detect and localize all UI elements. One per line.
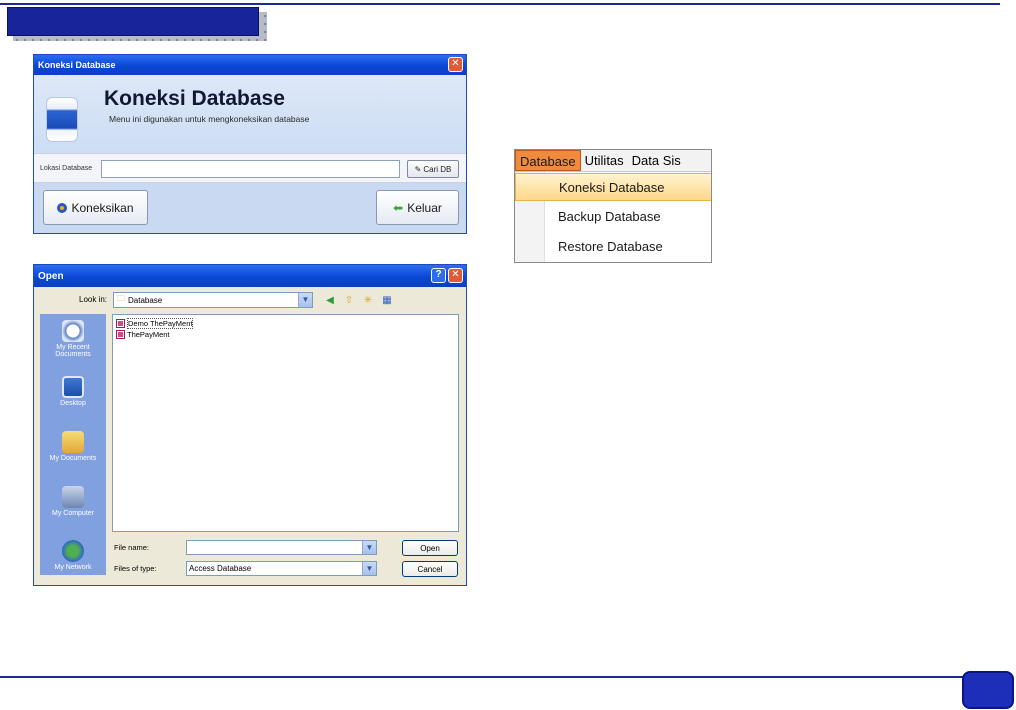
chevron-down-icon[interactable]: ▼ [362, 541, 376, 554]
place-label: My Recent Documents [55, 344, 91, 358]
view-menu-icon[interactable]: ▦ [380, 293, 394, 307]
look-in-select[interactable]: 🗀 Database ▼ [113, 292, 313, 308]
koneksikan-button[interactable]: Koneksikan [43, 190, 148, 225]
connect-icon [57, 202, 68, 213]
my-computer-icon [62, 486, 84, 508]
place-label: My Computer [51, 510, 94, 517]
exit-arrow-icon: ⬅ [393, 200, 404, 215]
close-button[interactable]: ✕ [448, 268, 463, 283]
help-button[interactable]: ? [431, 268, 446, 283]
place-my-documents[interactable]: My Documents [40, 431, 106, 462]
file-name: Demo ThePayMent [127, 318, 194, 329]
new-folder-icon[interactable]: ✳ [361, 293, 375, 307]
cari-db-label: Cari DB [423, 164, 452, 174]
koneksi-titlebar: Koneksi Database [34, 55, 466, 75]
look-in-value: Database [128, 295, 163, 305]
look-in-label: Look in: [79, 295, 108, 304]
page-number-badge [962, 671, 1014, 709]
file-item[interactable]: Demo ThePayMent [116, 318, 455, 329]
my-network-icon [62, 540, 84, 562]
place-my-network[interactable]: My Network [40, 540, 106, 571]
up-folder-icon[interactable]: ⇧ [342, 293, 356, 307]
koneksi-heading: Koneksi Database [104, 87, 285, 110]
place-my-computer[interactable]: My Computer [40, 486, 106, 517]
back-icon[interactable]: ◀ [323, 293, 337, 307]
close-button[interactable]: ✕ [448, 57, 463, 72]
file-item[interactable]: ThePayMent [116, 329, 455, 340]
place-desktop[interactable]: Desktop [40, 376, 106, 407]
cari-db-button[interactable]: ✎ Cari DB [407, 160, 459, 178]
koneksi-footer: Koneksikan ⬅ Keluar [34, 184, 466, 233]
koneksi-subtitle: Menu ini digunakan untuk mengkoneksikan … [109, 114, 310, 124]
koneksi-database-window: Koneksi Database ✕ Koneksi Database Menu… [33, 54, 467, 234]
dialog-toolbar: ◀ ⇧ ✳ ▦ [323, 293, 394, 307]
place-label: My Network [54, 564, 92, 571]
koneksi-header: Koneksi Database Menu ini digunakan untu… [34, 75, 466, 186]
menu-database[interactable]: Database [515, 150, 581, 171]
files-of-type-label: Files of type: [114, 564, 157, 573]
cancel-button[interactable]: Cancel [402, 561, 458, 577]
files-of-type-value: Access Database [189, 564, 252, 573]
koneksi-titlebar-text: Koneksi Database [38, 60, 116, 70]
koneksi-form: Lokasi Database ✎ Cari DB [34, 153, 466, 183]
file-name: ThePayMent [127, 330, 170, 339]
folder-icon: 🗀 [117, 294, 125, 303]
open-titlebar: Open [34, 265, 466, 287]
database-icon [46, 97, 78, 142]
open-titlebar-text: Open [38, 270, 64, 282]
place-label: Desktop [60, 400, 86, 407]
menu-bar: Database Utilitas Data Sis [515, 150, 711, 172]
desktop-icon [62, 376, 84, 398]
file-name-label: File name: [114, 543, 150, 552]
recent-documents-icon [62, 320, 84, 342]
access-file-icon [116, 319, 125, 328]
menu-data-sistem[interactable]: Data Sis [628, 150, 685, 171]
lokasi-database-input[interactable] [101, 160, 400, 178]
menu-item-koneksi-database[interactable]: Koneksi Database [515, 173, 711, 201]
title-box [7, 7, 259, 36]
keluar-label: Keluar [407, 200, 442, 215]
top-rule [0, 3, 1000, 5]
file-name-input[interactable]: ▼ [186, 540, 377, 555]
koneksikan-label: Koneksikan [71, 200, 134, 215]
place-label: My Documents [49, 455, 97, 462]
open-button[interactable]: Open [402, 540, 458, 556]
chevron-down-icon[interactable]: ▼ [362, 562, 376, 575]
file-list: Demo ThePayMent ThePayMent [112, 314, 459, 532]
my-documents-icon [62, 431, 84, 453]
lokasi-database-label: Lokasi Database [40, 165, 93, 172]
menu-item-restore-database[interactable]: Restore Database [515, 233, 711, 261]
open-dialog: Open ? ✕ Look in: 🗀 Database ▼ ◀ ⇧ ✳ ▦ M… [33, 264, 467, 586]
database-menu: Database Utilitas Data Sis Koneksi Datab… [514, 149, 712, 263]
browse-icon: ✎ [414, 164, 422, 174]
keluar-button[interactable]: ⬅ Keluar [376, 190, 459, 225]
place-recent-documents[interactable]: My Recent Documents [40, 320, 106, 358]
menu-utilitas[interactable]: Utilitas [581, 150, 628, 171]
menu-item-backup-database[interactable]: Backup Database [515, 203, 711, 231]
places-bar: My Recent Documents Desktop My Documents… [40, 314, 106, 575]
files-of-type-select[interactable]: Access Database ▼ [186, 561, 377, 576]
access-file-icon [116, 330, 125, 339]
chevron-down-icon[interactable]: ▼ [298, 293, 312, 307]
bottom-rule [0, 676, 1000, 678]
